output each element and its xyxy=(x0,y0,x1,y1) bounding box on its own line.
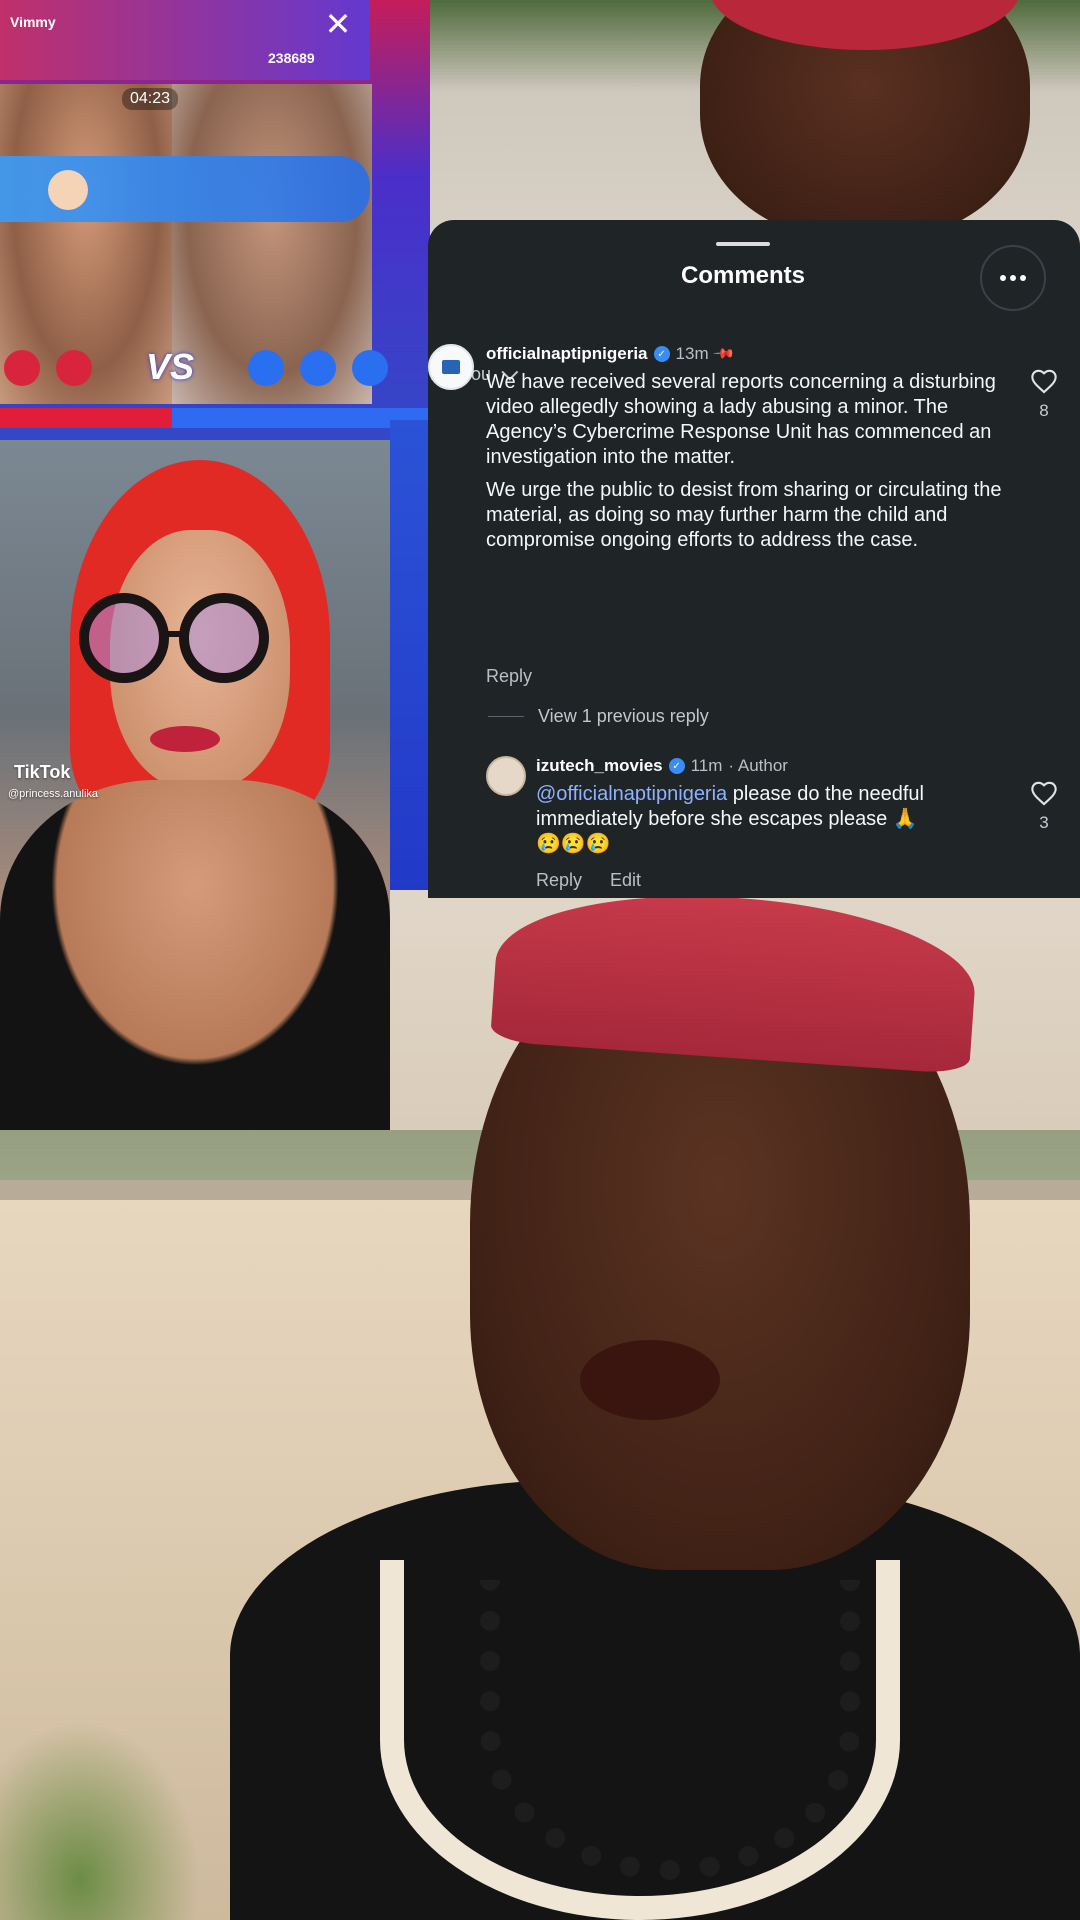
live-top-bar xyxy=(0,0,370,80)
reply-divider xyxy=(488,716,524,717)
drag-handle[interactable] xyxy=(716,242,770,246)
comment-body: We have received several reports concern… xyxy=(486,370,1006,561)
battle-timer: 04:23 xyxy=(122,88,179,110)
verified-icon: ✓ xyxy=(668,758,685,774)
comment-username[interactable]: officialnaptipnigeria xyxy=(486,344,648,364)
pin-icon: 📌 xyxy=(711,342,736,366)
more-dot-icon xyxy=(1020,275,1026,281)
comment-body: @officialnaptipnigeria please do the nee… xyxy=(536,782,1006,857)
comment-paragraph: We have received several reports concern… xyxy=(486,371,996,468)
comment-time: 11m xyxy=(690,756,723,775)
live-battle-inset: Vimmy ✕ 238689 04:23 VS xyxy=(0,0,430,440)
avatar[interactable] xyxy=(486,756,526,796)
comments-panel: Comments For you officialnaptipnigeria ✓… xyxy=(428,220,1080,898)
woman-lips xyxy=(150,726,220,752)
avatar[interactable] xyxy=(428,344,474,390)
edit-button[interactable]: Edit xyxy=(610,870,641,891)
versus-label: VS xyxy=(146,346,195,387)
more-options-button[interactable] xyxy=(980,245,1046,311)
battle-score-bar xyxy=(0,408,430,428)
close-icon[interactable]: ✕ xyxy=(318,4,358,44)
emoji-row: 😢😢😢 xyxy=(536,833,611,855)
man-mouth xyxy=(580,1340,720,1420)
agency-logo-icon xyxy=(442,360,460,374)
view-replies-button[interactable]: View 1 previous reply xyxy=(488,706,709,727)
tiktok-logo: TikTok xyxy=(14,762,71,782)
comment-actions: Reply xyxy=(486,666,560,687)
comment-time: 13m xyxy=(675,344,709,363)
comment-meta: officialnaptipnigeria ✓ 13m 📌 xyxy=(486,342,735,366)
gift-icon xyxy=(56,350,92,386)
red-cap xyxy=(490,881,980,1075)
comments-title: Comments xyxy=(680,262,806,289)
more-dot-icon xyxy=(1010,275,1016,281)
like-button[interactable]: 3 xyxy=(1022,780,1066,833)
comment-meta: izutech_movies ✓ 11m · Author xyxy=(536,756,788,776)
like-count: 8 xyxy=(1039,401,1049,420)
comment-username[interactable]: izutech_movies xyxy=(536,756,663,776)
live-side-strip xyxy=(390,420,430,890)
reply-button[interactable]: Reply xyxy=(536,870,582,891)
glasses-icon xyxy=(79,593,269,683)
more-dot-icon xyxy=(1000,275,1006,281)
gift-icon xyxy=(4,350,40,386)
comment-paragraph: We urge the public to desist from sharin… xyxy=(486,479,1002,551)
reply-button[interactable]: Reply xyxy=(486,666,532,687)
tiktok-handle: @princess.anulika xyxy=(8,788,99,800)
live-streamer-name: Vimmy xyxy=(10,14,56,30)
banner-avatar xyxy=(48,170,88,210)
coin-count: 238689 xyxy=(268,50,315,66)
author-tag: · Author xyxy=(728,756,788,775)
heart-icon xyxy=(1030,369,1058,398)
plant xyxy=(0,1720,200,1920)
bead-necklace xyxy=(480,1580,860,1880)
like-button[interactable]: 8 xyxy=(1022,368,1066,421)
heart-icon xyxy=(1030,781,1058,810)
view-replies-label: View 1 previous reply xyxy=(538,706,709,726)
tiktok-video-inset: TikTok @princess.anulika xyxy=(0,440,390,1130)
gift-icon xyxy=(300,350,336,386)
gift-icon xyxy=(248,350,284,386)
mention-link[interactable]: @officialnaptipnigeria xyxy=(536,783,727,805)
like-count: 3 xyxy=(1039,813,1049,832)
verified-icon: ✓ xyxy=(653,346,670,362)
comment-actions: Reply Edit xyxy=(536,870,669,891)
gift-icon xyxy=(352,350,388,386)
woman-body xyxy=(0,780,390,1130)
top-video-inset xyxy=(430,0,1080,230)
